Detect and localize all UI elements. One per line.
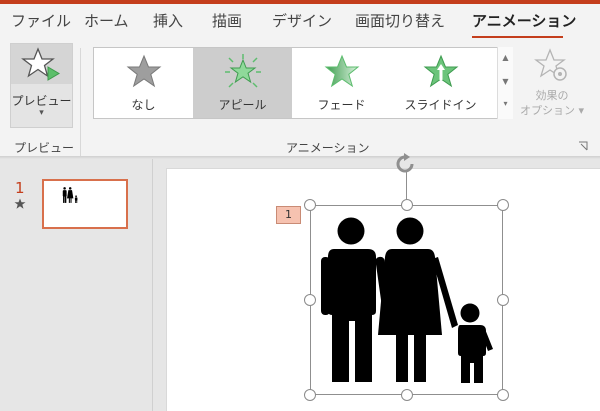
effect-options-label-line1: 効果の xyxy=(535,89,569,102)
resize-handle-top-left[interactable] xyxy=(304,199,316,211)
preview-star-play-icon xyxy=(21,47,60,81)
slide-number: 1 xyxy=(15,179,25,197)
star-fade-green-icon xyxy=(324,54,360,88)
slide-thumbnail-1[interactable] xyxy=(42,179,128,229)
animation-fly-in-label: スライドイン xyxy=(404,98,477,112)
resize-handle-bottom-left[interactable] xyxy=(304,389,316,401)
star-arrow-green-icon xyxy=(423,54,459,88)
tab-file[interactable]: ファイル xyxy=(11,10,71,31)
star-gray-icon xyxy=(126,54,162,88)
animation-none-label: なし xyxy=(131,98,156,112)
animation-appear[interactable]: アピール xyxy=(193,48,292,118)
gallery-expand[interactable]: ▾ xyxy=(498,93,513,117)
family-pictogram-icon[interactable] xyxy=(318,217,496,383)
preview-group-label: プレビュー xyxy=(14,141,75,155)
animation-order-badge[interactable]: 1 xyxy=(276,206,301,224)
tab-home[interactable]: ホーム xyxy=(84,10,129,31)
gallery-scroll-up[interactable]: ▲ xyxy=(498,47,513,71)
ribbon-tab-bar: ファイル ホーム 挿入 描画 デザイン 画面切り替え アニメーション xyxy=(0,4,600,39)
resize-handle-top[interactable] xyxy=(401,199,413,211)
star-burst-green-icon xyxy=(225,54,261,88)
gallery-scrollbar: ▲ ▼ ▾ xyxy=(497,47,513,119)
tab-draw[interactable]: 描画 xyxy=(212,10,242,31)
pane-divider xyxy=(152,159,153,411)
animation-gallery: なし アピール フェード スライドイン xyxy=(93,47,513,119)
animation-fly-in[interactable]: スライドイン xyxy=(391,48,490,118)
resize-handle-top-right[interactable] xyxy=(497,199,509,211)
slide-thumbnail-pane: 1 xyxy=(0,159,152,411)
dialog-launcher-icon[interactable] xyxy=(578,141,589,152)
tab-design[interactable]: デザイン xyxy=(272,10,332,31)
animation-fade[interactable]: フェード xyxy=(292,48,391,118)
tab-animations[interactable]: アニメーション xyxy=(472,10,576,31)
tab-transitions[interactable]: 画面切り替え xyxy=(355,10,445,31)
effect-options-button[interactable]: 効果の オプション ▾ xyxy=(519,46,585,126)
gallery-scroll-down[interactable]: ▼ xyxy=(498,71,513,95)
tab-insert[interactable]: 挿入 xyxy=(153,10,183,31)
animation-none[interactable]: なし xyxy=(94,48,193,118)
group-separator xyxy=(80,48,81,156)
effect-options-label: 効果の オプション ▾ xyxy=(519,88,585,118)
resize-handle-right[interactable] xyxy=(497,294,509,306)
family-thumbnail-icon xyxy=(62,187,78,203)
preview-button-label: プレビュー xyxy=(11,94,72,108)
star-gear-icon xyxy=(534,48,567,81)
preview-icon-area xyxy=(11,44,72,84)
resize-handle-bottom-right[interactable] xyxy=(497,389,509,401)
animations-ribbon: プレビュー ▾ プレビュー なし アピール フェード スライドイン ▲ ▼ ▾ … xyxy=(0,38,600,156)
animation-fade-label: フェード xyxy=(317,98,366,112)
effect-options-label-line2: オプション ▾ xyxy=(519,104,585,117)
rotate-handle-icon[interactable] xyxy=(393,152,417,176)
preview-dropdown-caret[interactable]: ▾ xyxy=(11,108,72,118)
animation-appear-label: アピール xyxy=(218,98,267,112)
resize-handle-bottom[interactable] xyxy=(401,389,413,401)
resize-handle-left[interactable] xyxy=(304,294,316,306)
preview-button[interactable]: プレビュー ▾ xyxy=(10,43,73,128)
animation-indicator-star-icon xyxy=(14,198,26,209)
animation-group-label: アニメーション xyxy=(286,141,370,155)
